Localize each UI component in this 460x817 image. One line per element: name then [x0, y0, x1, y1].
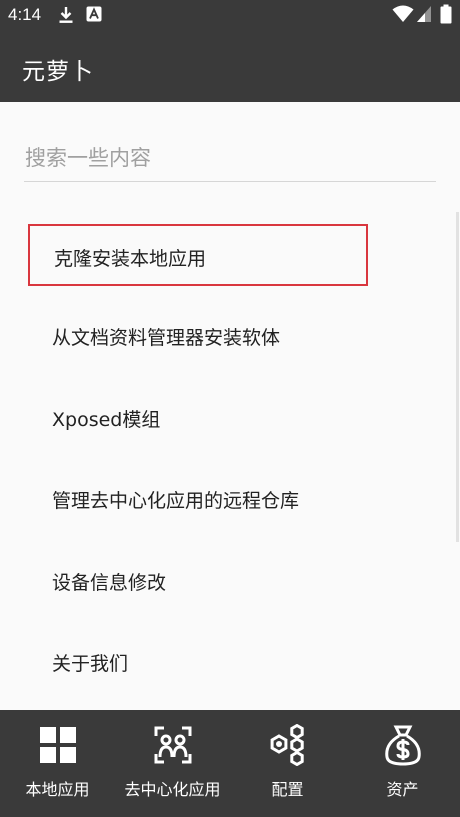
menu-item-label: 设备信息修改: [52, 572, 167, 594]
nav-tab-label: 本地应用: [25, 780, 90, 799]
people-icon: [154, 726, 192, 764]
download-icon: [59, 7, 73, 23]
search-placeholder: 搜索一些内容: [25, 146, 151, 170]
menu-item-label: 克隆安装本地应用: [54, 248, 207, 270]
menu-item-label: 从文档资料管理器安装软体: [52, 327, 281, 349]
menu-item-xposed-modules[interactable]: Xposed模组: [28, 387, 368, 449]
search-underline: [24, 181, 436, 182]
menu-item-device-info[interactable]: 设备信息修改: [28, 550, 368, 612]
wifi-icon: [392, 5, 414, 22]
nav-tab-label: 资产: [386, 780, 419, 799]
menu-item-label: Xposed模组: [52, 409, 161, 431]
status-time: 4:14: [8, 5, 42, 24]
menu-item-label: 管理去中心化应用的远程仓库: [52, 490, 300, 512]
grid-icon: [40, 727, 76, 763]
main-content: 搜索一些内容 克隆安装本地应用 从文档资料管理器安装软体 Xposed模组 管理…: [0, 102, 460, 710]
app-title: 元萝卜: [22, 59, 94, 85]
app-notification-icon: [86, 6, 102, 22]
scrollbar[interactable]: [456, 212, 459, 542]
nav-tab-decentralized-apps[interactable]: 去中心化应用: [115, 710, 230, 817]
menu-item-install-from-file-manager[interactable]: 从文档资料管理器安装软体: [28, 305, 368, 367]
money-bag-icon: [385, 725, 421, 766]
hexagons-icon: [270, 724, 304, 766]
bottom-nav: 本地应用 去中心化应用 配置 资产: [0, 710, 460, 817]
nav-tab-config[interactable]: 配置: [230, 710, 345, 817]
battery-icon: [440, 4, 452, 24]
menu-item-label: 关于我们: [52, 653, 129, 675]
nav-tab-local-apps[interactable]: 本地应用: [0, 710, 115, 817]
signal-icon: [417, 6, 431, 22]
nav-tab-label: 配置: [271, 780, 304, 799]
menu-item-manage-remote-repos[interactable]: 管理去中心化应用的远程仓库: [28, 468, 368, 530]
app-bar: 元萝卜: [0, 34, 460, 102]
menu-item-about-us[interactable]: 关于我们: [28, 631, 368, 693]
nav-tab-assets[interactable]: 资产: [345, 710, 460, 817]
status-bar: 4:14: [0, 0, 460, 34]
menu-item-clone-install-local-app[interactable]: 克隆安装本地应用: [28, 224, 368, 286]
nav-tab-label: 去中心化应用: [124, 780, 221, 799]
